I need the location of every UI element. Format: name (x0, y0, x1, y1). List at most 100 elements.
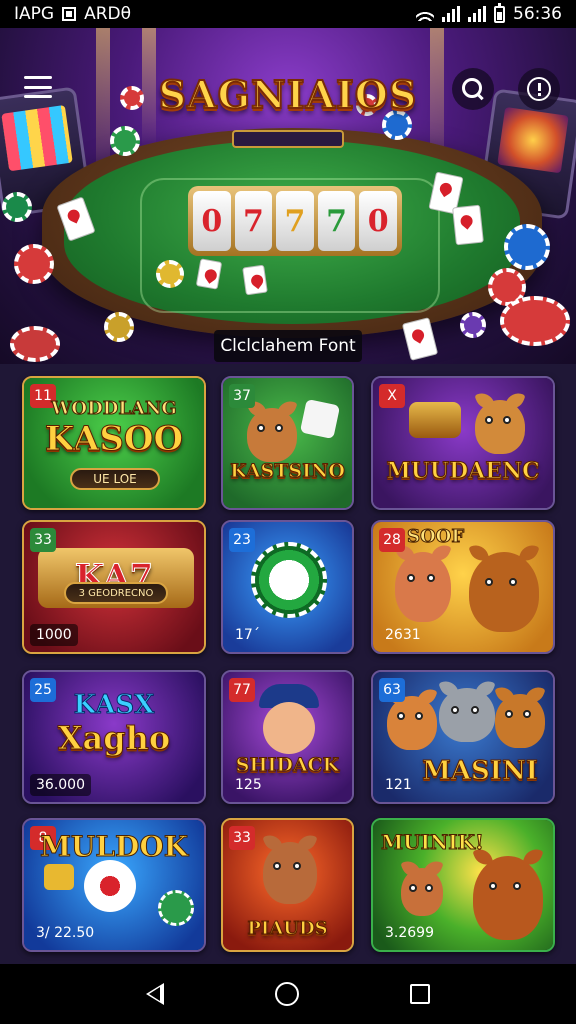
back-triangle-icon[interactable] (145, 983, 164, 1005)
notification-icon (62, 7, 77, 21)
poker-chip-icon (504, 224, 550, 270)
p-chip-icon (251, 542, 327, 618)
tile-title: KASTSINO (230, 460, 346, 482)
tile-count: 125 (235, 777, 262, 793)
status-right: 56:36 (416, 2, 562, 24)
dice-icon (299, 398, 341, 440)
tile-count: 2631 (385, 627, 421, 643)
wolf-character-icon (473, 856, 543, 940)
tile-badge: 63 (379, 678, 405, 702)
poker-chip-icon (2, 192, 32, 222)
game-tile[interactable]: X MUUDAENC (371, 376, 555, 510)
poker-chip-icon (120, 86, 144, 110)
tile-title: PIAUDS (247, 918, 328, 939)
table-plate (232, 130, 344, 148)
tile-title: KASOO (44, 419, 184, 459)
reel: 0 (193, 191, 231, 251)
poker-chip-icon (500, 296, 570, 346)
hero-caption: Clсlсlаhem Font (214, 330, 362, 362)
hero-banner[interactable]: 0 7 7 7 0 SAGNIAIOS (0, 28, 576, 364)
info-icon (527, 77, 551, 101)
monkey-mascot-icon (247, 408, 297, 462)
tile-count: 17´ (235, 627, 260, 643)
poker-chip-icon (460, 312, 486, 338)
app-logo: SAGNIAIOS (158, 71, 418, 118)
home-circle-icon[interactable] (274, 982, 299, 1006)
tile-count: 1000 (30, 624, 78, 646)
system-nav-bar (0, 964, 576, 1024)
game-tile[interactable]: 8 MULDOK 3/ 22.50 (22, 818, 206, 952)
game-tile[interactable]: 63 MASINI 121 (371, 670, 555, 804)
poker-chip-icon (10, 326, 60, 362)
playing-card-icon (401, 317, 439, 361)
search-button[interactable] (452, 68, 494, 110)
game-tile[interactable]: MUINIK! 3.2699 (371, 818, 555, 952)
game-tile[interactable]: 33 KA7 3 GEODRECNO 1000 (22, 520, 206, 654)
reel: 7 (276, 191, 314, 251)
tile-title: SHIDACK (235, 754, 340, 776)
tile-badge: 23 (229, 528, 255, 552)
playing-card-icon (452, 204, 484, 246)
cat-mascot-icon (475, 400, 525, 454)
status-app-label: IAPG (14, 4, 55, 24)
game-tile[interactable]: 25 KASX Xagho 36.000 (22, 670, 206, 804)
reel: 0 (359, 191, 397, 251)
game-tile[interactable]: 23 17´ (221, 520, 354, 654)
game-tile[interactable]: 37 KASTSINO (221, 376, 354, 510)
tile-title: Xagho (57, 719, 171, 757)
spotlight-decoration (142, 28, 156, 148)
game-tile[interactable]: 77 SHIDACK 125 (221, 670, 354, 804)
tile-count: 3/ 22.50 (36, 925, 95, 941)
dog-character-icon (495, 694, 545, 748)
tile-badge: 37 (229, 384, 255, 408)
tile-count: 3.2699 (385, 925, 434, 941)
game-tile[interactable]: 28 SOOF 2631 (371, 520, 555, 654)
cat-character-icon (387, 696, 437, 750)
wolf-character-icon (469, 552, 539, 632)
signal-icon (442, 6, 460, 22)
tile-badge: 33 (30, 528, 56, 552)
reel: 7 (234, 191, 273, 251)
boy-character-icon (401, 868, 443, 916)
wifi-icon (416, 7, 434, 21)
game-grid: 11 WODDLANG KASOO UE LOΕ 37 KASTSINO X M… (0, 364, 576, 964)
gold-bar-icon (44, 864, 74, 890)
reel: 7 (317, 191, 356, 251)
poker-chip-icon (104, 312, 134, 342)
tile-title: MASINI (422, 756, 539, 786)
hamburger-menu-icon[interactable] (20, 72, 56, 102)
status-bar: IAPG ARDθ 56:36 (0, 0, 576, 28)
cannon-icon (409, 402, 461, 438)
signal-icon-2 (468, 6, 486, 22)
poker-chip-icon (156, 260, 184, 288)
game-tile[interactable]: 33 PIAUDS (221, 818, 354, 952)
status-app-label-2: ARDθ (84, 4, 132, 24)
dice-icon (84, 860, 136, 912)
battery-icon (494, 2, 505, 23)
tile-title-top: WODDLANG (51, 398, 178, 420)
game-tile[interactable]: 11 WODDLANG KASOO UE LOΕ (22, 376, 206, 510)
status-time: 56:36 (513, 4, 562, 24)
girl-character-icon (395, 552, 451, 622)
poker-chip-icon (158, 890, 194, 926)
poker-chip-icon (110, 126, 140, 156)
tile-count: 36.000 (30, 774, 91, 796)
recents-square-icon[interactable] (410, 984, 431, 1004)
search-icon (462, 78, 484, 100)
playing-card-icon (242, 264, 268, 296)
tile-pill: 3 GEODRECNO (64, 582, 168, 604)
tile-title: MUUDAENC (386, 458, 540, 484)
man-face-icon (263, 702, 315, 754)
tile-pill: UE LOΕ (70, 468, 160, 490)
tile-title-top: MULDOK (39, 830, 189, 864)
info-button[interactable] (518, 68, 560, 110)
tile-title-top: KASX (73, 690, 155, 721)
boy-character-icon (263, 842, 317, 904)
tile-title-top: SOOF (406, 526, 465, 548)
poker-chip-icon (14, 244, 54, 284)
tile-count: 121 (385, 777, 412, 793)
tile-badge: X (379, 384, 405, 408)
tile-badge: 77 (229, 678, 255, 702)
tile-title-top: MUINIK! (381, 830, 485, 855)
tile-badge: 33 (229, 826, 255, 850)
